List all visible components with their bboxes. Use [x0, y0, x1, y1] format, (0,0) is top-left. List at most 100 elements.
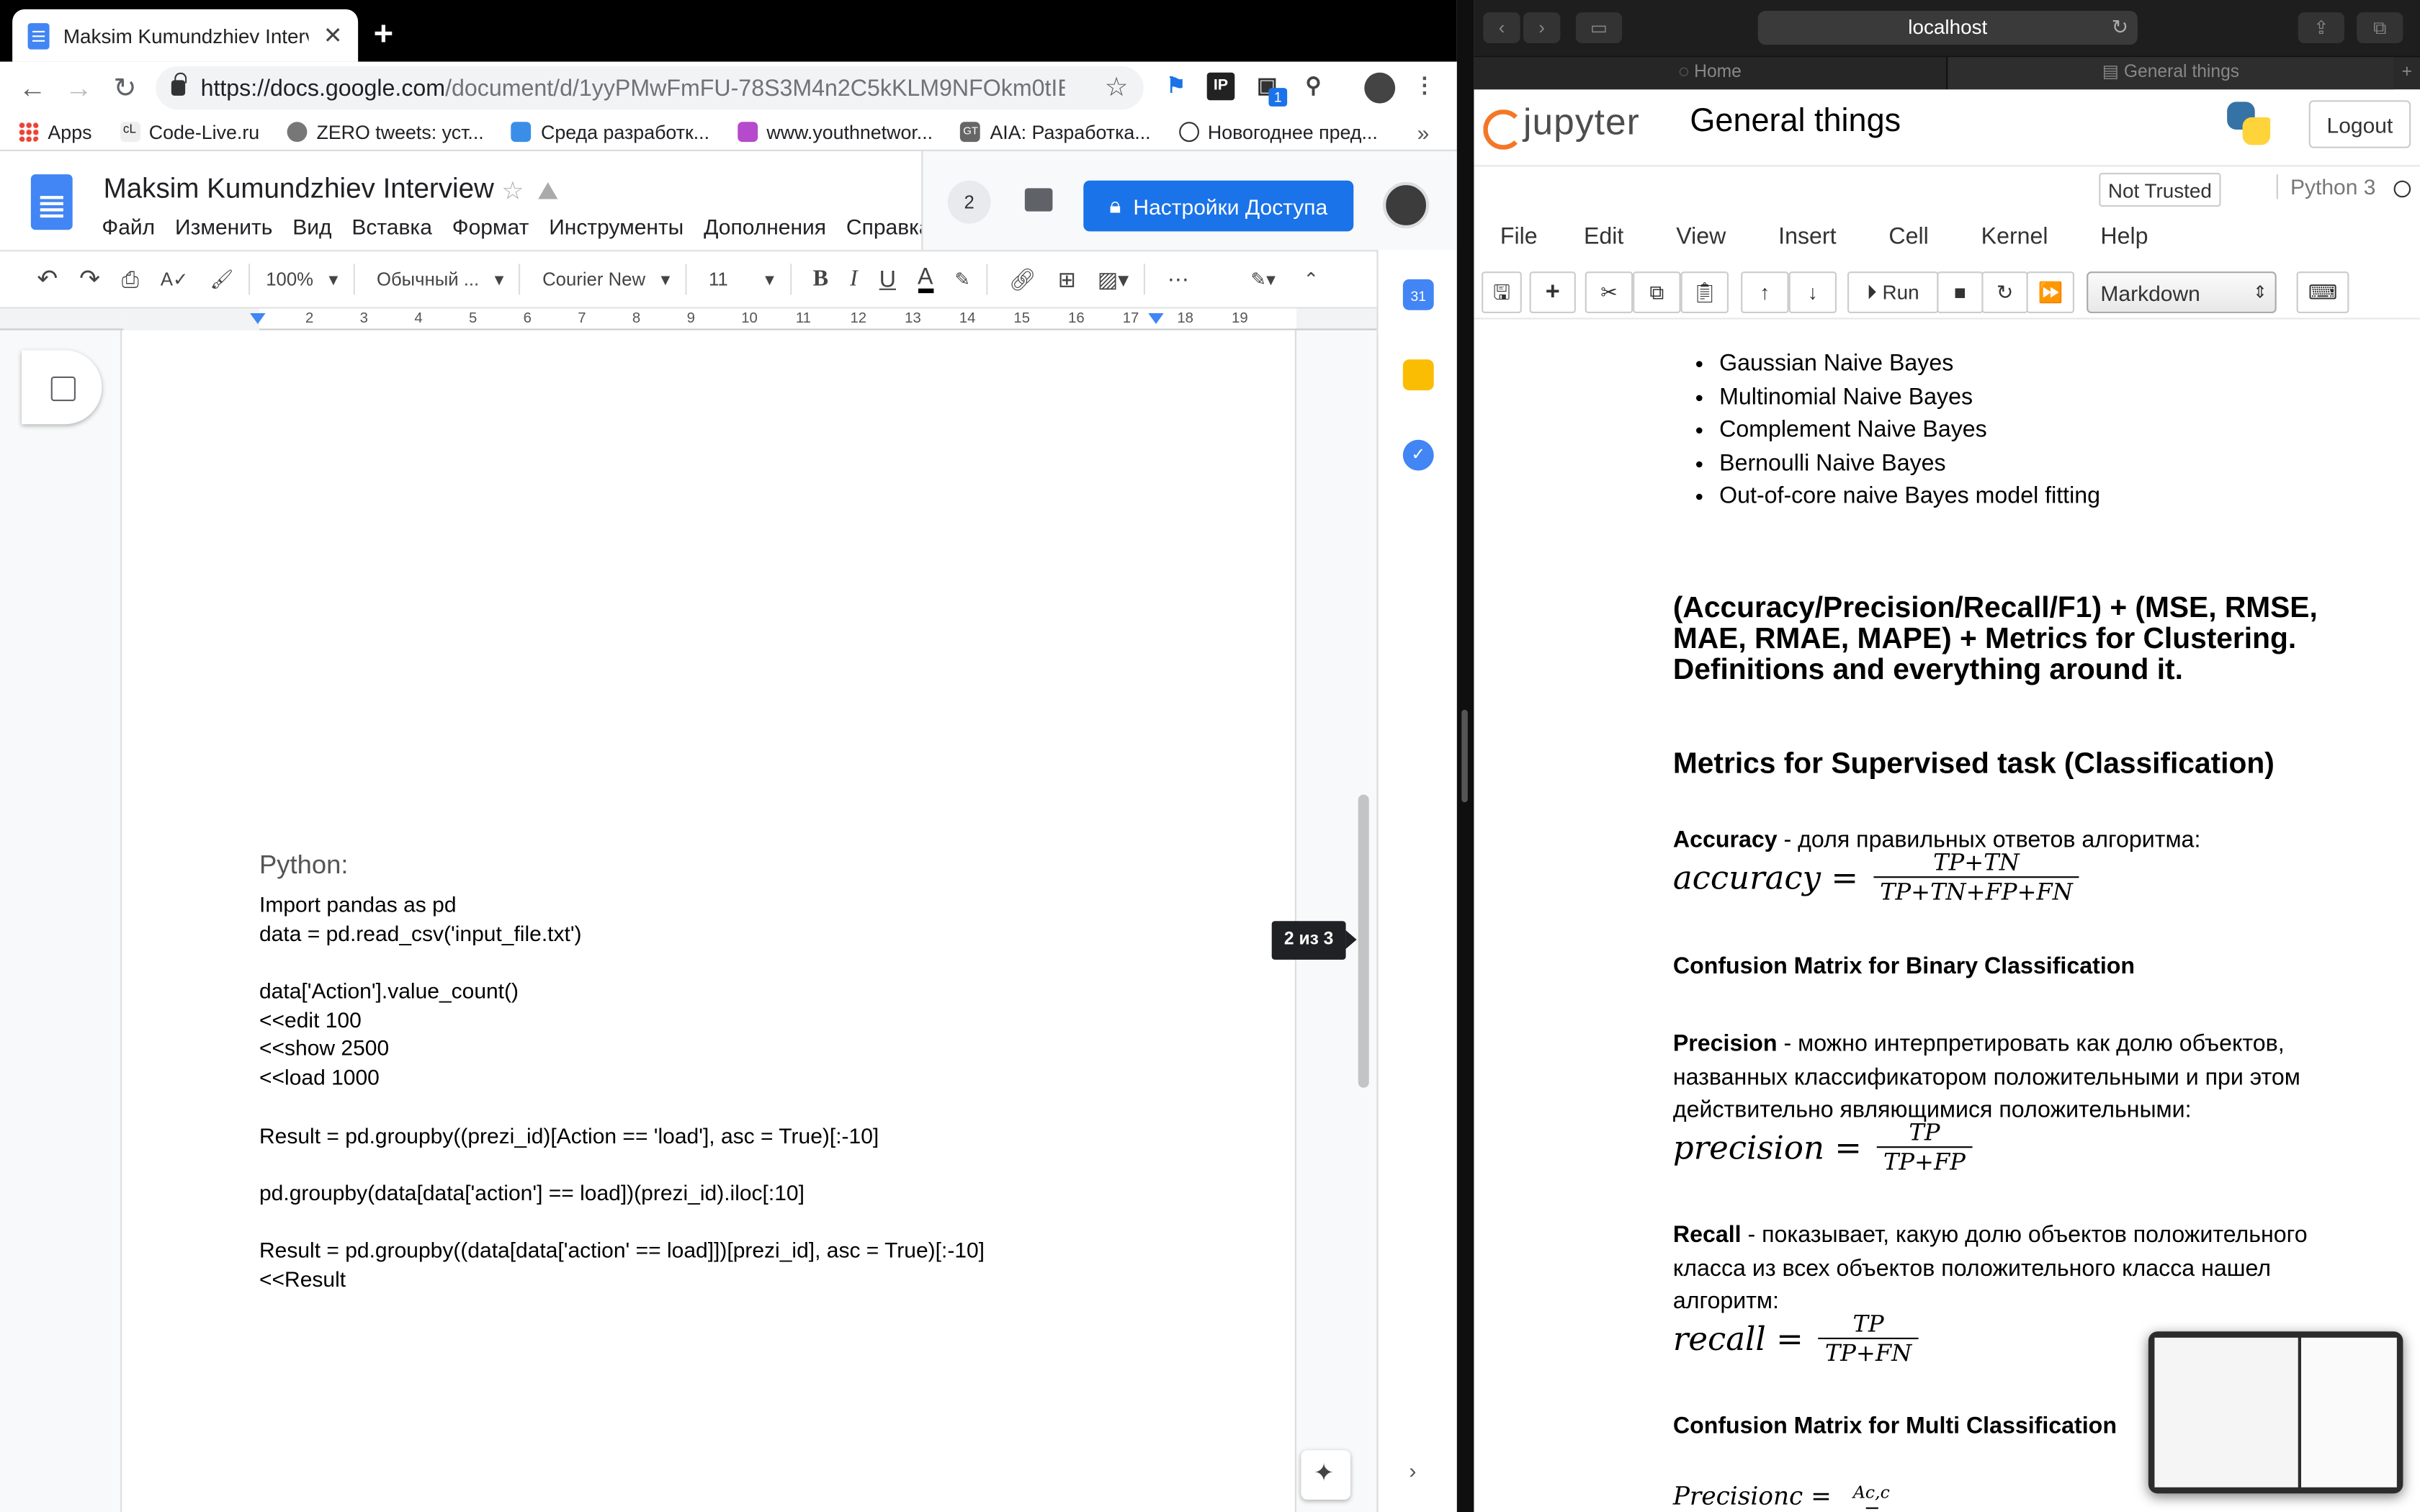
- account-avatar[interactable]: [1383, 181, 1430, 229]
- zoom-select[interactable]: 100% ▾: [266, 269, 338, 290]
- style-select[interactable]: Обычный ... ▾: [377, 269, 504, 290]
- keep-icon[interactable]: [1402, 359, 1434, 391]
- safari-new-tab-button[interactable]: +: [2394, 57, 2420, 91]
- jmenu-view[interactable]: View: [1676, 224, 1726, 250]
- safari-tab-general-things[interactable]: ▤ General things: [1946, 57, 2394, 91]
- link-icon[interactable]: 🔗︎: [1009, 266, 1036, 292]
- doc-scrollbar[interactable]: [1358, 794, 1369, 1088]
- kernel-name[interactable]: Python 3: [2276, 174, 2375, 199]
- tasks-icon[interactable]: ✓: [1402, 439, 1434, 471]
- tab-docs[interactable]: Maksim Kumundzhiev Interview ✕: [12, 9, 359, 62]
- bookmark-zero-tweets[interactable]: ZERO tweets: уст...: [287, 121, 484, 143]
- print-icon[interactable]: ⎙: [122, 266, 139, 292]
- jmenu-help[interactable]: Help: [2100, 224, 2148, 250]
- menu-format[interactable]: Формат: [452, 215, 529, 239]
- chrome-menu-icon[interactable]: ⋮: [1411, 73, 1439, 101]
- jmenu-edit[interactable]: Edit: [1584, 224, 1623, 250]
- jmenu-insert[interactable]: Insert: [1778, 224, 1836, 250]
- bookmark-aia[interactable]: GT AIA: Разработка...: [960, 121, 1151, 143]
- font-size-select[interactable]: 11 ▾: [709, 269, 774, 290]
- undo-icon[interactable]: ↶: [37, 264, 58, 294]
- collapse-toolbar-icon[interactable]: ⌃: [1304, 269, 1319, 290]
- command-palette-icon[interactable]: ⌨: [2296, 271, 2349, 313]
- jupyter-logo[interactable]: jupyter: [1483, 102, 1640, 150]
- share-button[interactable]: 🔒︎ Настройки Доступа: [1083, 180, 1354, 232]
- paste-icon[interactable]: 📋︎: [1680, 271, 1729, 313]
- paint-format-icon[interactable]: 🖌︎: [210, 269, 234, 290]
- bookmark-youthnetwork[interactable]: www.youthnetwor...: [737, 121, 933, 143]
- ruler-indent-marker-icon[interactable]: [250, 313, 266, 324]
- restart-icon[interactable]: ↻: [1981, 271, 2028, 313]
- menu-tools[interactable]: Инструменты: [549, 215, 684, 239]
- move-up-icon[interactable]: ↑: [1741, 271, 1789, 313]
- logout-button[interactable]: Logout: [2308, 100, 2411, 148]
- split-view-divider[interactable]: [1456, 0, 1474, 1512]
- profile-avatar[interactable]: [1364, 72, 1396, 104]
- back-arrow-icon[interactable]: ←: [9, 72, 55, 104]
- new-tab-button[interactable]: +: [374, 14, 394, 54]
- ruler[interactable]: 2112345678910111213141516171819: [123, 308, 1377, 330]
- redo-icon[interactable]: ↷: [79, 264, 100, 294]
- flag-extension-icon[interactable]: ⚑: [1162, 73, 1191, 101]
- highlight-icon[interactable]: ✎: [954, 269, 970, 290]
- not-trusted-button[interactable]: Not Trusted: [2099, 173, 2221, 207]
- safari-tabs-icon[interactable]: ⧉: [2357, 12, 2403, 43]
- add-cell-icon[interactable]: +: [1529, 271, 1576, 313]
- bookmarks-overflow-button[interactable]: »: [1417, 120, 1430, 144]
- italic-button[interactable]: I: [850, 266, 858, 292]
- run-button[interactable]: ⏵ Run: [1847, 271, 1939, 313]
- add-comment-icon[interactable]: ⊞: [1058, 266, 1076, 292]
- docs-logo-icon[interactable]: [30, 174, 73, 230]
- move-down-icon[interactable]: ↓: [1788, 271, 1837, 313]
- jmenu-kernel[interactable]: Kernel: [1981, 224, 2048, 250]
- tab-close-icon[interactable]: ✕: [323, 22, 343, 49]
- menu-file[interactable]: Файл: [102, 215, 155, 239]
- safari-share-icon[interactable]: ⇪: [2298, 12, 2344, 43]
- bookmark-sreda[interactable]: Среда разработк...: [511, 121, 709, 143]
- safari-tab-home[interactable]: ◌ Home: [1474, 57, 1947, 91]
- menu-view[interactable]: Вид: [292, 215, 331, 239]
- telescope-extension-icon[interactable]: ⚲: [1299, 73, 1327, 101]
- save-icon[interactable]: 🖫︎: [1482, 271, 1522, 313]
- address-bar[interactable]: https://docs.google.com/document/d/1yyPM…: [156, 66, 1144, 110]
- restart-run-all-icon[interactable]: ⏩: [2026, 271, 2074, 313]
- menu-insert[interactable]: Вставка: [351, 215, 432, 239]
- notebook-title[interactable]: General things: [1690, 104, 1901, 140]
- cut-icon[interactable]: ✂: [1585, 271, 1634, 313]
- expand-panel-icon[interactable]: ›: [1409, 1458, 1416, 1482]
- jmenu-file[interactable]: File: [1500, 224, 1538, 250]
- reload-icon[interactable]: ↻: [102, 72, 148, 104]
- editing-mode-icon[interactable]: ✎▾: [1251, 269, 1276, 290]
- menu-edit[interactable]: Изменить: [175, 215, 272, 239]
- bookmark-apps[interactable]: Apps: [18, 121, 91, 143]
- collaborator-count[interactable]: 2: [947, 180, 991, 224]
- screenshot-thumbnail[interactable]: [2148, 1331, 2403, 1494]
- spellcheck-icon[interactable]: A✓: [161, 269, 189, 290]
- cell-type-select[interactable]: Markdown: [2087, 271, 2277, 313]
- insert-image-icon[interactable]: ▨▾: [1098, 266, 1129, 292]
- text-color-button[interactable]: A: [917, 264, 933, 293]
- more-options-icon[interactable]: ⋯: [1168, 266, 1189, 292]
- safari-forward-icon[interactable]: ›: [1523, 12, 1561, 43]
- menu-addons[interactable]: Дополнения: [704, 215, 826, 239]
- document-outline-button[interactable]: [22, 350, 102, 425]
- safari-reload-icon[interactable]: ↻: [2112, 11, 2128, 45]
- menu-help[interactable]: Справка: [846, 215, 931, 239]
- safari-back-icon[interactable]: ‹: [1483, 12, 1520, 43]
- bookmark-star-icon[interactable]: ☆: [1105, 73, 1129, 104]
- ruler-right-indent-marker-icon[interactable]: [1148, 313, 1164, 324]
- bookmark-novogodnee[interactable]: Новогоднее пред...: [1178, 121, 1378, 143]
- interrupt-icon[interactable]: ■: [1937, 271, 1984, 313]
- font-select[interactable]: Courier New ▾: [542, 269, 670, 290]
- forward-arrow-icon[interactable]: →: [55, 72, 102, 104]
- calendar-icon[interactable]: 31: [1402, 279, 1434, 310]
- copy-icon[interactable]: ⧉: [1633, 271, 1681, 313]
- ip-extension-icon[interactable]: IP: [1206, 72, 1235, 101]
- safari-address-bar[interactable]: localhost ↻: [1757, 11, 2138, 45]
- underline-button[interactable]: U: [879, 266, 896, 292]
- bookmark-code-live[interactable]: cL Code-Live.ru: [120, 121, 259, 143]
- star-and-drive-icons[interactable]: ☆ ⛰: [501, 176, 558, 207]
- jmenu-cell[interactable]: Cell: [1888, 224, 1928, 250]
- doc-body[interactable]: Import pandas as pd data = pd.read_csv('i…: [259, 892, 985, 1296]
- bold-button[interactable]: B: [813, 266, 828, 292]
